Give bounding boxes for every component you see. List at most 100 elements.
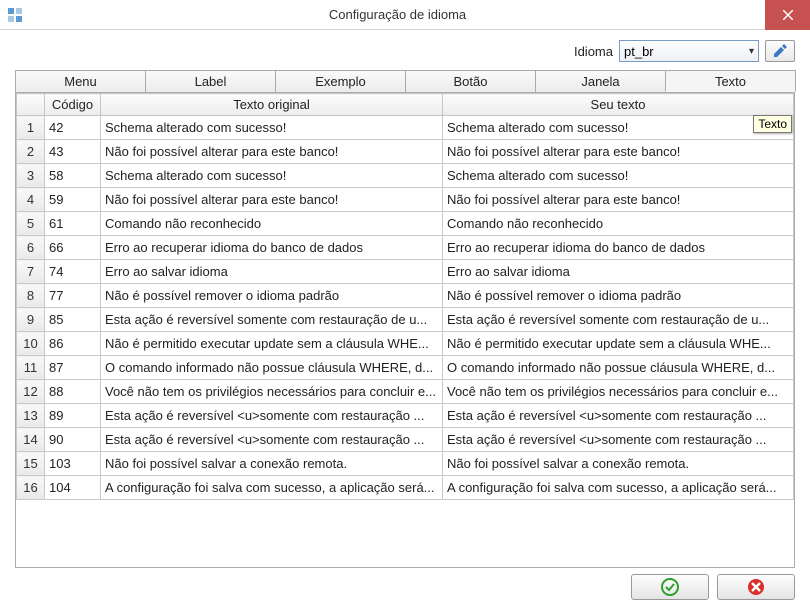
table-row[interactable]: 877Não é possível remover o idioma padrã…: [17, 284, 794, 308]
tab-menu[interactable]: Menu: [15, 70, 146, 92]
cell-code[interactable]: 74: [45, 260, 101, 284]
cell-code[interactable]: 85: [45, 308, 101, 332]
row-number[interactable]: 3: [17, 164, 45, 188]
cell-original[interactable]: Erro ao salvar idioma: [101, 260, 443, 284]
cell-code[interactable]: 66: [45, 236, 101, 260]
cell-code[interactable]: 103: [45, 452, 101, 476]
table-row[interactable]: 985Esta ação é reversível somente com re…: [17, 308, 794, 332]
pencil-icon: [772, 43, 788, 59]
cell-user[interactable]: Erro ao recuperar idioma do banco de dad…: [443, 236, 794, 260]
ok-button[interactable]: [631, 574, 709, 600]
table-row[interactable]: 459Não foi possível alterar para este ba…: [17, 188, 794, 212]
cell-user[interactable]: O comando informado não possue cláusula …: [443, 356, 794, 380]
row-number[interactable]: 11: [17, 356, 45, 380]
edit-button[interactable]: [765, 40, 795, 62]
table-row[interactable]: 774Erro ao salvar idiomaErro ao salvar i…: [17, 260, 794, 284]
tab-label[interactable]: Label: [145, 70, 276, 92]
table-row[interactable]: 1086Não é permitido executar update sem …: [17, 332, 794, 356]
table-row[interactable]: 142Schema alterado com sucesso!Schema al…: [17, 116, 794, 140]
tab-exemplo[interactable]: Exemplo: [275, 70, 406, 92]
cell-user[interactable]: Schema alterado com sucesso!: [443, 164, 794, 188]
cell-original[interactable]: Schema alterado com sucesso!: [101, 164, 443, 188]
table-row[interactable]: 1288Você não tem os privilégios necessár…: [17, 380, 794, 404]
row-number[interactable]: 12: [17, 380, 45, 404]
table-row[interactable]: 666Erro ao recuperar idioma do banco de …: [17, 236, 794, 260]
table-row[interactable]: 1490Esta ação é reversível <u>somente co…: [17, 428, 794, 452]
col-seu[interactable]: Seu texto: [443, 94, 794, 116]
cell-user[interactable]: Não é possível remover o idioma padrão: [443, 284, 794, 308]
cell-user[interactable]: Não foi possível salvar a conexão remota…: [443, 452, 794, 476]
cell-original[interactable]: Schema alterado com sucesso!: [101, 116, 443, 140]
cell-original[interactable]: Você não tem os privilégios necessários …: [101, 380, 443, 404]
cell-code[interactable]: 89: [45, 404, 101, 428]
tab-texto[interactable]: Texto: [665, 70, 796, 92]
row-number[interactable]: 4: [17, 188, 45, 212]
row-number[interactable]: 5: [17, 212, 45, 236]
cell-code[interactable]: 104: [45, 476, 101, 500]
table-row[interactable]: 358Schema alterado com sucesso!Schema al…: [17, 164, 794, 188]
cell-user[interactable]: Você não tem os privilégios necessários …: [443, 380, 794, 404]
table-row[interactable]: 1187O comando informado não possue cláus…: [17, 356, 794, 380]
cell-user[interactable]: Não foi possível alterar para este banco…: [443, 188, 794, 212]
row-number[interactable]: 2: [17, 140, 45, 164]
cancel-button[interactable]: [717, 574, 795, 600]
cell-original[interactable]: Comando não reconhecido: [101, 212, 443, 236]
language-select[interactable]: pt_br ▾: [619, 40, 759, 62]
row-number[interactable]: 16: [17, 476, 45, 500]
table-row[interactable]: 561Comando não reconhecidoComando não re…: [17, 212, 794, 236]
cell-original[interactable]: Não é possível remover o idioma padrão: [101, 284, 443, 308]
close-button[interactable]: [765, 0, 810, 30]
cell-original[interactable]: Esta ação é reversível <u>somente com re…: [101, 428, 443, 452]
column-tooltip: Texto: [753, 115, 792, 133]
cell-code[interactable]: 42: [45, 116, 101, 140]
cell-user[interactable]: Comando não reconhecido: [443, 212, 794, 236]
cell-user[interactable]: A configuração foi salva com sucesso, a …: [443, 476, 794, 500]
cell-user[interactable]: Esta ação é reversível somente com resta…: [443, 308, 794, 332]
table-row[interactable]: 1389Esta ação é reversível <u>somente co…: [17, 404, 794, 428]
cell-user[interactable]: Schema alterado com sucesso!: [443, 116, 794, 140]
col-original[interactable]: Texto original: [101, 94, 443, 116]
cell-original[interactable]: Não é permitido executar update sem a cl…: [101, 332, 443, 356]
cell-code[interactable]: 43: [45, 140, 101, 164]
table-row[interactable]: 16104A configuração foi salva com sucess…: [17, 476, 794, 500]
tab-janela[interactable]: Janela: [535, 70, 666, 92]
cell-original[interactable]: O comando informado não possue cláusula …: [101, 356, 443, 380]
cell-original[interactable]: Esta ação é reversível somente com resta…: [101, 308, 443, 332]
row-number[interactable]: 14: [17, 428, 45, 452]
table-row[interactable]: 243Não foi possível alterar para este ba…: [17, 140, 794, 164]
col-rownum[interactable]: [17, 94, 45, 116]
cell-original[interactable]: Não foi possível salvar a conexão remota…: [101, 452, 443, 476]
row-number[interactable]: 1: [17, 116, 45, 140]
cell-user[interactable]: Esta ação é reversível <u>somente com re…: [443, 404, 794, 428]
cell-original[interactable]: Não foi possível alterar para este banco…: [101, 188, 443, 212]
row-number[interactable]: 15: [17, 452, 45, 476]
row-number[interactable]: 8: [17, 284, 45, 308]
cell-original[interactable]: Esta ação é reversível <u>somente com re…: [101, 404, 443, 428]
check-circle-icon: [661, 578, 679, 596]
row-number[interactable]: 9: [17, 308, 45, 332]
row-number[interactable]: 10: [17, 332, 45, 356]
cell-code[interactable]: 59: [45, 188, 101, 212]
cell-original[interactable]: A configuração foi salva com sucesso, a …: [101, 476, 443, 500]
row-number[interactable]: 6: [17, 236, 45, 260]
tab-botao[interactable]: Botão: [405, 70, 536, 92]
row-number[interactable]: 7: [17, 260, 45, 284]
cell-code[interactable]: 58: [45, 164, 101, 188]
cell-code[interactable]: 88: [45, 380, 101, 404]
cell-user[interactable]: Esta ação é reversível <u>somente com re…: [443, 428, 794, 452]
cell-original[interactable]: Erro ao recuperar idioma do banco de dad…: [101, 236, 443, 260]
cell-code[interactable]: 86: [45, 332, 101, 356]
content: Idioma pt_br ▾ Menu Label Exemplo Botão …: [0, 30, 810, 568]
col-codigo[interactable]: Código: [45, 94, 101, 116]
row-number[interactable]: 13: [17, 404, 45, 428]
table-container: Texto Código Texto original Seu texto 14…: [15, 93, 795, 568]
cell-user[interactable]: Não foi possível alterar para este banco…: [443, 140, 794, 164]
cell-user[interactable]: Erro ao salvar idioma: [443, 260, 794, 284]
table-row[interactable]: 15103Não foi possível salvar a conexão r…: [17, 452, 794, 476]
cell-code[interactable]: 61: [45, 212, 101, 236]
cell-original[interactable]: Não foi possível alterar para este banco…: [101, 140, 443, 164]
cell-user[interactable]: Não é permitido executar update sem a cl…: [443, 332, 794, 356]
cell-code[interactable]: 77: [45, 284, 101, 308]
cell-code[interactable]: 90: [45, 428, 101, 452]
cell-code[interactable]: 87: [45, 356, 101, 380]
